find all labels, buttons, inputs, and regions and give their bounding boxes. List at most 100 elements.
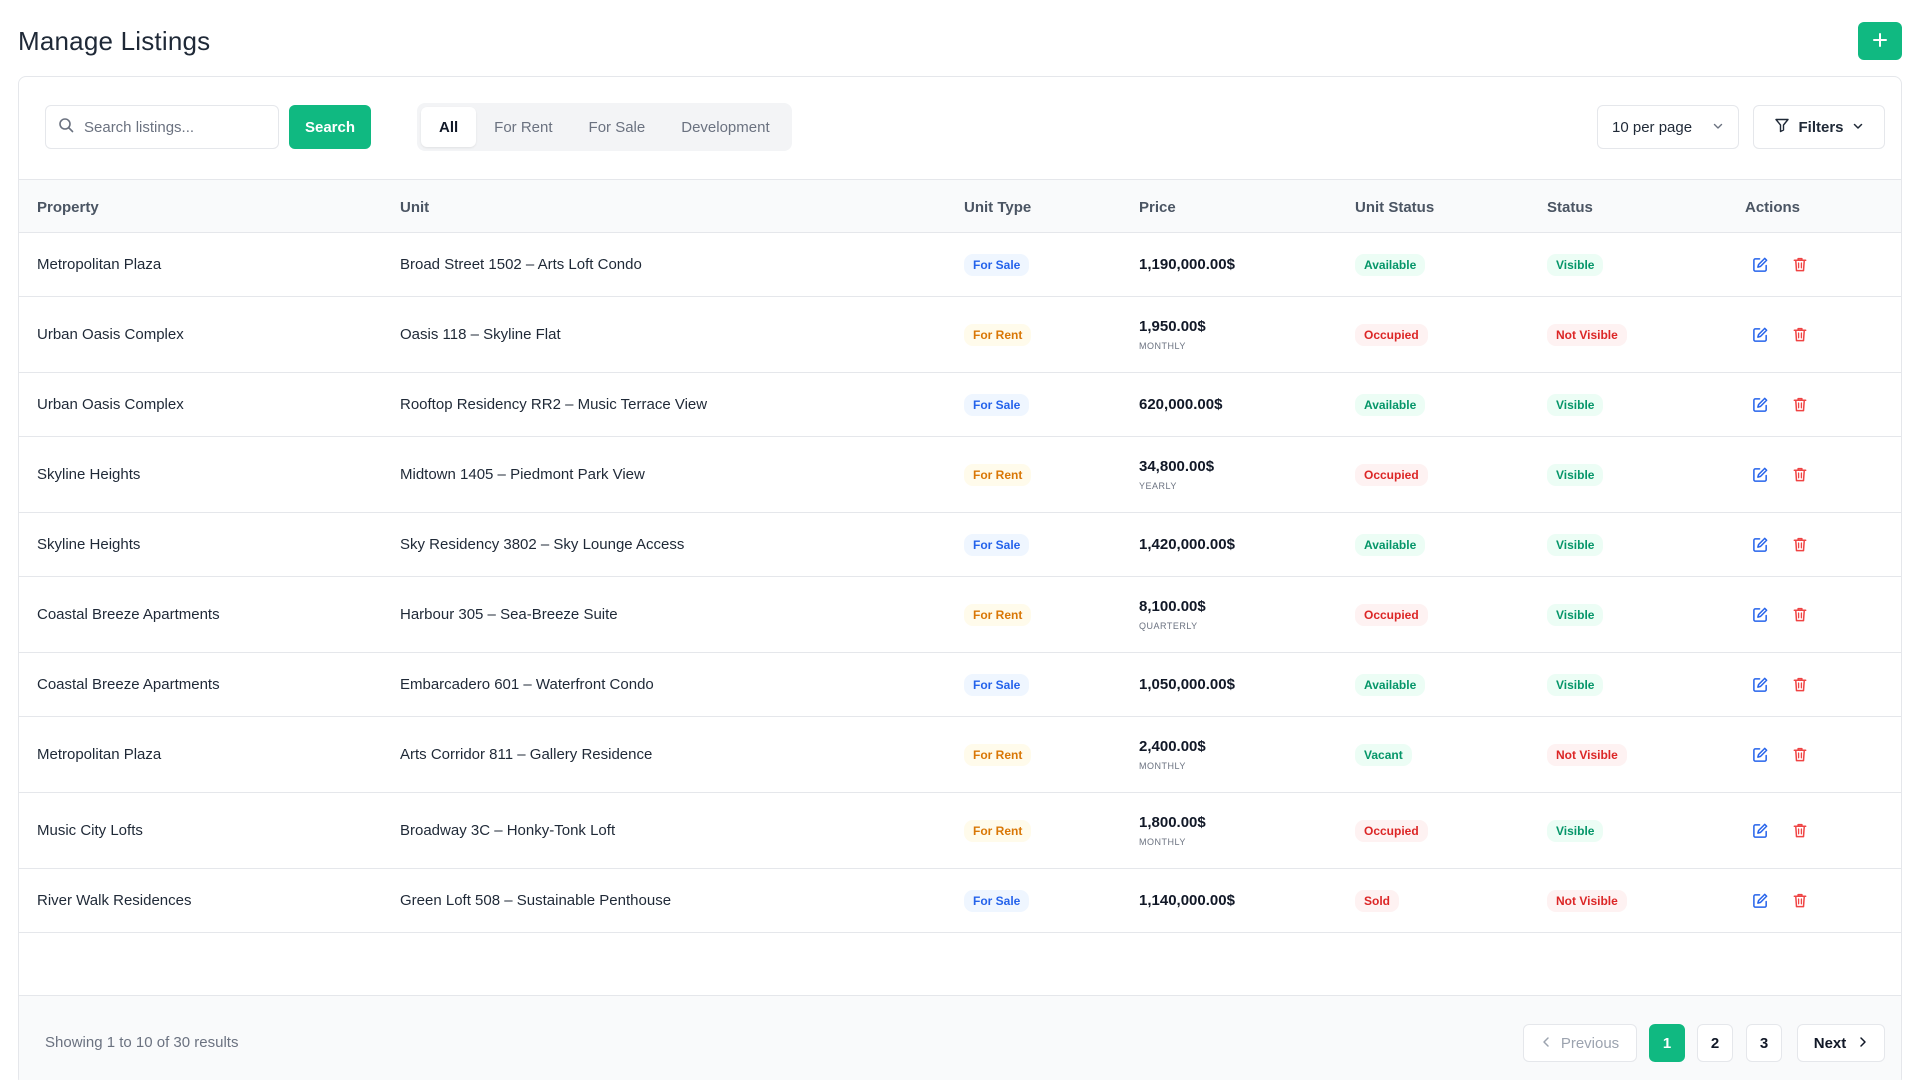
trash-icon[interactable] xyxy=(1789,464,1811,486)
unit-name: Broadway 3C – Honky-Tonk Loft xyxy=(400,822,616,839)
edit-icon[interactable] xyxy=(1749,674,1771,696)
column-header-unit-type: Unit Type xyxy=(964,198,1032,216)
property-name: Coastal Breeze Apartments xyxy=(37,676,220,693)
tab-development[interactable]: Development xyxy=(663,107,787,147)
price-period: QUARTERLY xyxy=(1139,621,1198,631)
unit-name: Harbour 305 – Sea-Breeze Suite xyxy=(400,606,618,623)
tab-all[interactable]: All xyxy=(421,107,477,147)
page-button-3[interactable]: 3 xyxy=(1746,1024,1782,1062)
search-input[interactable] xyxy=(84,118,264,136)
per-page-select[interactable]: 10 per page xyxy=(1597,105,1739,149)
column-header-actions: Actions xyxy=(1745,198,1801,216)
unit-type-cell: For Sale xyxy=(964,513,1030,576)
table-row: Music City Lofts Broadway 3C – Honky-Tonk… xyxy=(19,793,1901,869)
trash-icon[interactable] xyxy=(1789,534,1811,556)
edit-icon[interactable] xyxy=(1749,394,1771,416)
trash-icon[interactable] xyxy=(1789,324,1811,346)
visibility-badge: Visible xyxy=(1547,463,1604,486)
edit-icon[interactable] xyxy=(1749,534,1771,556)
unit-status-cell: Available xyxy=(1355,373,1426,436)
visibility-badge: Not Visible xyxy=(1547,743,1627,766)
trash-icon[interactable] xyxy=(1789,890,1811,912)
unit-type-badge: For Sale xyxy=(964,533,1030,556)
visibility-badge: Visible xyxy=(1547,253,1604,276)
edit-icon[interactable] xyxy=(1749,604,1771,626)
price-cell: 620,000.00$ xyxy=(1139,373,1222,436)
page-header: Manage Listings xyxy=(18,22,1902,78)
unit-status-badge: Sold xyxy=(1355,889,1399,912)
edit-icon[interactable] xyxy=(1749,744,1771,766)
listings-table: Property Unit Unit Type Price Unit Statu… xyxy=(19,179,1901,933)
filters-button[interactable]: Filters xyxy=(1753,105,1885,149)
page-button-1[interactable]: 1 xyxy=(1649,1024,1685,1062)
price-cell: 34,800.00$ YEARLY xyxy=(1139,437,1214,512)
price-cell: 2,400.00$ MONTHLY xyxy=(1139,717,1206,792)
price-cell: 1,800.00$ MONTHLY xyxy=(1139,793,1206,868)
actions-cell xyxy=(1749,297,1829,372)
trash-icon[interactable] xyxy=(1789,394,1811,416)
table-row: River Walk Residences Green Loft 508 – Su… xyxy=(19,869,1901,933)
filter-icon xyxy=(1774,117,1790,137)
price-cell: 1,190,000.00$ xyxy=(1139,233,1235,296)
trash-icon[interactable] xyxy=(1789,820,1811,842)
unit-name: Broad Street 1502 – Arts Loft Condo xyxy=(400,256,642,273)
actions-cell xyxy=(1749,233,1829,296)
search-button[interactable]: Search xyxy=(289,105,371,149)
unit-status-cell: Occupied xyxy=(1355,577,1428,652)
search-box[interactable] xyxy=(45,105,279,149)
trash-icon[interactable] xyxy=(1789,254,1811,276)
unit-status-badge: Occupied xyxy=(1355,819,1428,842)
previous-label: Previous xyxy=(1560,1034,1620,1052)
trash-icon[interactable] xyxy=(1789,674,1811,696)
trash-icon[interactable] xyxy=(1789,744,1811,766)
unit-status-cell: Occupied xyxy=(1355,793,1428,868)
price-cell: 8,100.00$ QUARTERLY xyxy=(1139,577,1206,652)
unit-name: Oasis 118 – Skyline Flat xyxy=(400,326,561,343)
price-period: MONTHLY xyxy=(1139,761,1186,771)
previous-page-button[interactable]: Previous xyxy=(1523,1024,1637,1062)
price-value: 1,190,000.00$ xyxy=(1139,256,1235,273)
visibility-badge: Visible xyxy=(1547,603,1604,626)
page-button-2[interactable]: 2 xyxy=(1697,1024,1733,1062)
price-period: MONTHLY xyxy=(1139,837,1186,847)
next-page-button[interactable]: Next xyxy=(1797,1024,1885,1062)
price-cell: 1,050,000.00$ xyxy=(1139,653,1235,716)
property-name: Urban Oasis Complex xyxy=(37,396,184,413)
per-page-value: 10 per page xyxy=(1612,118,1693,136)
edit-icon[interactable] xyxy=(1749,890,1771,912)
price-cell: 1,140,000.00$ xyxy=(1139,869,1235,932)
unit-type-cell: For Rent xyxy=(964,793,1032,868)
trash-icon[interactable] xyxy=(1789,604,1811,626)
property-name: Urban Oasis Complex xyxy=(37,326,184,343)
column-header-property: Property xyxy=(37,198,99,216)
unit-type-cell: For Sale xyxy=(964,373,1030,436)
price-cell: 1,950.00$ MONTHLY xyxy=(1139,297,1206,372)
price-value: 1,050,000.00$ xyxy=(1139,676,1235,693)
actions-cell xyxy=(1749,437,1829,512)
edit-icon[interactable] xyxy=(1749,254,1771,276)
tab-for-rent[interactable]: For Rent xyxy=(476,107,570,147)
unit-type-cell: For Sale xyxy=(964,653,1030,716)
tab-for-sale[interactable]: For Sale xyxy=(571,107,664,147)
visibility-cell: Visible xyxy=(1547,513,1604,576)
unit-type-badge: For Rent xyxy=(964,603,1032,626)
unit-status-badge: Available xyxy=(1355,393,1426,416)
filters-label: Filters xyxy=(1798,118,1844,136)
visibility-badge: Visible xyxy=(1547,393,1604,416)
actions-cell xyxy=(1749,717,1829,792)
visibility-badge: Not Visible xyxy=(1547,323,1627,346)
edit-icon[interactable] xyxy=(1749,820,1771,842)
table-row: Coastal Breeze Apartments Embarcadero 601… xyxy=(19,653,1901,717)
price-period: MONTHLY xyxy=(1139,341,1186,351)
unit-type-badge: For Sale xyxy=(964,889,1030,912)
unit-status-cell: Available xyxy=(1355,233,1426,296)
add-listing-button[interactable] xyxy=(1858,22,1902,60)
edit-icon[interactable] xyxy=(1749,464,1771,486)
price-value: 1,800.00$ xyxy=(1139,814,1206,831)
visibility-cell: Visible xyxy=(1547,653,1604,716)
property-name: Music City Lofts xyxy=(37,822,143,839)
actions-cell xyxy=(1749,577,1829,652)
actions-cell xyxy=(1749,793,1829,868)
actions-cell xyxy=(1749,513,1829,576)
edit-icon[interactable] xyxy=(1749,324,1771,346)
